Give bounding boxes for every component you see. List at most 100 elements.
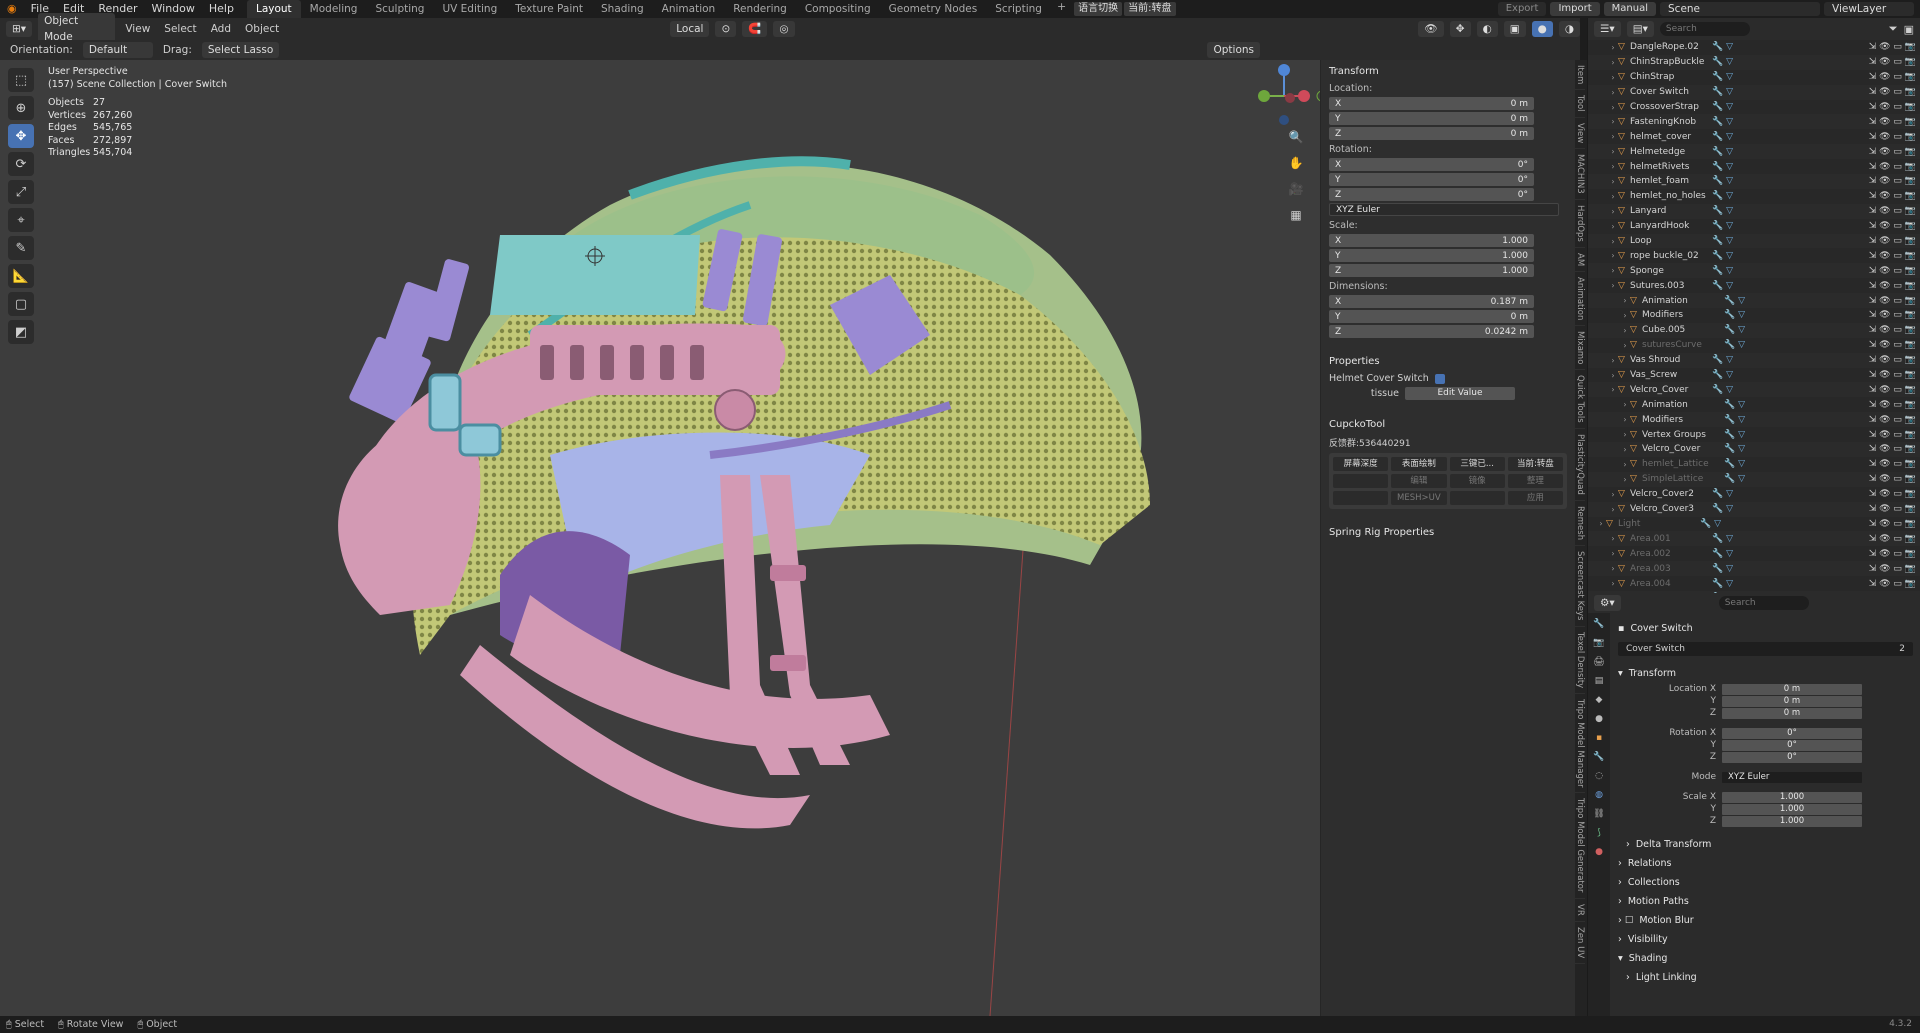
modifier-icon[interactable]: 🔧 ▽ xyxy=(1724,474,1804,484)
visibility-toggles-icon[interactable]: ⇲ 👁 ▭ 📷 xyxy=(1869,400,1916,410)
rotation-z-field[interactable]: Z 0° xyxy=(1329,188,1534,201)
menu-view[interactable]: View xyxy=(121,23,154,35)
scale-y-value[interactable]: 1.000 xyxy=(1722,803,1862,815)
scale-tool-icon[interactable]: ⤢ xyxy=(8,180,34,204)
outliner-row[interactable]: › ▽ Vertex Groups 🔧 ▽ ⇲ 👁 ▭ 📷 xyxy=(1588,427,1920,442)
expand-chevron-icon[interactable]: › xyxy=(1608,356,1618,365)
visibility-section[interactable]: › Visibility xyxy=(1612,930,1919,949)
location-y-value[interactable]: 0 m xyxy=(1722,695,1862,707)
cursor-tool-icon[interactable]: ⊕ xyxy=(8,96,34,120)
outliner-item-name[interactable]: LanyardHook xyxy=(1630,221,1712,231)
visibility-toggles-icon[interactable]: ⇲ 👁 ▭ 📷 xyxy=(1869,72,1916,82)
language-switch-button[interactable]: 语言切换 xyxy=(1074,2,1123,16)
outliner-item-name[interactable]: Area.004 xyxy=(1630,579,1712,589)
visibility-toggles-icon[interactable]: ⇲ 👁 ▭ 📷 xyxy=(1869,564,1916,574)
helmet-model[interactable] xyxy=(330,95,1190,975)
modifier-icon[interactable]: 🔧 ▽ xyxy=(1712,42,1792,52)
expand-chevron-icon[interactable]: › xyxy=(1608,177,1618,186)
expand-chevron-icon[interactable]: › xyxy=(1620,445,1630,454)
add-workspace-button[interactable]: + xyxy=(1051,0,1072,18)
outliner-row[interactable]: › ▽ Vas Shroud 🔧 ▽ ⇲ 👁 ▭ 📷 xyxy=(1588,352,1920,368)
modifier-icon[interactable]: 🔧 ▽ xyxy=(1712,162,1792,172)
visibility-toggles-icon[interactable]: ⇲ 👁 ▭ 📷 xyxy=(1869,251,1916,261)
outliner-item-name[interactable]: CrossoverStrap xyxy=(1630,102,1712,112)
modifier-icon[interactable]: 🔧 ▽ xyxy=(1724,430,1804,440)
location-x-value[interactable]: 0 m xyxy=(1722,683,1862,695)
expand-chevron-icon[interactable]: › xyxy=(1608,207,1618,216)
outliner-item-name[interactable]: Area.003 xyxy=(1630,564,1712,574)
modifier-icon[interactable]: 🔧 ▽ xyxy=(1724,415,1804,425)
visibility-toggles-icon[interactable]: ⇲ 👁 ▭ 📷 xyxy=(1869,370,1916,380)
filter-icon[interactable]: ⏷ xyxy=(1889,22,1898,36)
sidebar-tab[interactable]: Zen UV xyxy=(1575,922,1585,964)
outliner-row[interactable]: › ▽ Vas_Screw 🔧 ▽ ⇲ 👁 ▭ 📷 xyxy=(1588,368,1920,383)
visibility-toggles-icon[interactable]: ⇲ 👁 ▭ 📷 xyxy=(1869,102,1916,112)
expand-chevron-icon[interactable]: › xyxy=(1620,341,1630,350)
modifier-icon[interactable]: 🔧 ▽ xyxy=(1724,444,1804,454)
measure-tool-icon[interactable]: 📐 xyxy=(8,264,34,288)
modifier-icon[interactable]: 🔧 ▽ xyxy=(1712,147,1792,157)
expand-chevron-icon[interactable]: › xyxy=(1608,251,1618,260)
outliner-search[interactable]: Search xyxy=(1659,22,1750,36)
visibility-toggles-icon[interactable]: ⇲ 👁 ▭ 📷 xyxy=(1869,147,1916,157)
sidebar-tab[interactable]: HardOps xyxy=(1575,200,1585,248)
outliner-item-name[interactable]: helmet_cover xyxy=(1630,132,1712,142)
modifier-icon[interactable]: 🔧 ▽ xyxy=(1712,534,1792,544)
tab-shading[interactable]: Shading xyxy=(592,0,653,18)
tab-compositing[interactable]: Compositing xyxy=(796,0,880,18)
outliner-item-name[interactable]: rope buckle_02 xyxy=(1630,251,1712,261)
outliner-row[interactable]: › ▽ Area.003 🔧 ▽ ⇲ 👁 ▭ 📷 xyxy=(1588,561,1920,577)
edit-value-button[interactable]: Edit Value xyxy=(1405,387,1515,400)
modifier-icon[interactable]: 🔧 ▽ xyxy=(1724,459,1804,469)
menu-object[interactable]: Object xyxy=(241,23,283,35)
rotation-x-value[interactable]: 0° xyxy=(1722,727,1862,739)
modifier-icon[interactable]: 🔧 ▽ xyxy=(1712,579,1792,589)
outliner-row[interactable]: › ▽ ChinStrapBuckle 🔧 ▽ ⇲ 👁 ▭ 📷 xyxy=(1588,54,1920,70)
mirror-button[interactable]: 镜像 xyxy=(1449,474,1505,488)
outliner-row[interactable]: › ▽ Modifiers 🔧 ▽ ⇲ 👁 ▭ 📷 xyxy=(1588,308,1920,323)
expand-chevron-icon[interactable]: › xyxy=(1608,43,1618,52)
modifier-icon[interactable]: 🔧 ▽ xyxy=(1712,191,1792,201)
outliner-row[interactable]: › ▽ hemlet_foam 🔧 ▽ ⇲ 👁 ▭ 📷 xyxy=(1588,174,1920,189)
view-layer-tab-icon[interactable]: ▤ xyxy=(1592,676,1606,688)
outliner-row[interactable]: › ▽ Velcro_Cover 🔧 ▽ ⇲ 👁 ▭ 📷 xyxy=(1588,382,1920,398)
outliner-row[interactable]: › ▽ helmetRivets 🔧 ▽ ⇲ 👁 ▭ 📷 xyxy=(1588,159,1920,174)
outliner-row[interactable]: › ▽ Sutures.003 🔧 ▽ ⇲ 👁 ▭ 📷 xyxy=(1588,278,1920,293)
outliner-item-name[interactable]: hemlet_foam xyxy=(1630,176,1712,186)
sidebar-tab[interactable]: Quick Tools xyxy=(1575,370,1585,430)
visibility-toggles-icon[interactable]: ⇲ 👁 ▭ 📷 xyxy=(1869,534,1916,544)
extra-tool-icon[interactable]: ◩ xyxy=(8,320,34,344)
outliner-editor-icon[interactable]: ☰▾ xyxy=(1594,21,1621,37)
expand-chevron-icon[interactable]: › xyxy=(1608,147,1618,156)
xray-icon[interactable]: ▣ xyxy=(1503,21,1526,37)
visibility-toggles-icon[interactable]: ⇲ 👁 ▭ 📷 xyxy=(1869,385,1916,395)
outliner-item-name[interactable]: Area.002 xyxy=(1630,549,1712,559)
modifier-icon[interactable]: 🔧 ▽ xyxy=(1712,206,1792,216)
cupcko-empty-3[interactable] xyxy=(1449,491,1505,505)
new-collection-icon[interactable]: ▣ xyxy=(1904,23,1914,36)
expand-chevron-icon[interactable]: › xyxy=(1608,266,1618,275)
modifier-icon[interactable]: 🔧 ▽ xyxy=(1712,72,1792,82)
expand-chevron-icon[interactable]: › xyxy=(1620,400,1630,409)
outliner-row[interactable]: › ▽ Lanyard 🔧 ▽ ⇲ 👁 ▭ 📷 xyxy=(1588,203,1920,219)
surface-draw-button[interactable]: 表面绘制 xyxy=(1391,457,1447,471)
sidebar-tab[interactable]: Remesh xyxy=(1575,501,1585,547)
modifier-icon[interactable]: 🔧 ▽ xyxy=(1712,87,1792,97)
modifier-icon[interactable]: 🔧 ▽ xyxy=(1712,132,1792,142)
sidebar-tab[interactable]: PlasticityQuad xyxy=(1575,429,1585,502)
navigation-gizmo[interactable] xyxy=(1240,60,1320,140)
outliner-item-name[interactable]: FasteningKnob xyxy=(1630,117,1712,127)
motion-blur-section[interactable]: › ☐ Motion Blur xyxy=(1612,911,1919,930)
properties-title[interactable]: Properties xyxy=(1329,356,1567,367)
modifier-icon[interactable]: 🔧 ▽ xyxy=(1712,281,1792,291)
light-linking-section[interactable]: › Light Linking xyxy=(1612,968,1919,987)
expand-chevron-icon[interactable]: › xyxy=(1608,222,1618,231)
outliner-item-name[interactable]: suturesCurve xyxy=(1642,340,1724,350)
outliner-item-name[interactable]: Animation xyxy=(1642,296,1724,306)
outliner-item-name[interactable]: Velcro_Cover2 xyxy=(1630,489,1712,499)
world-tab-icon[interactable]: ● xyxy=(1592,714,1606,726)
expand-chevron-icon[interactable]: › xyxy=(1608,490,1618,499)
cupcko-title[interactable]: CupckoTool xyxy=(1329,419,1567,430)
outliner-row[interactable]: › ▽ FasteningKnob 🔧 ▽ ⇲ 👁 ▭ 📷 xyxy=(1588,114,1920,130)
scale-x-value[interactable]: 1.000 xyxy=(1722,791,1862,803)
